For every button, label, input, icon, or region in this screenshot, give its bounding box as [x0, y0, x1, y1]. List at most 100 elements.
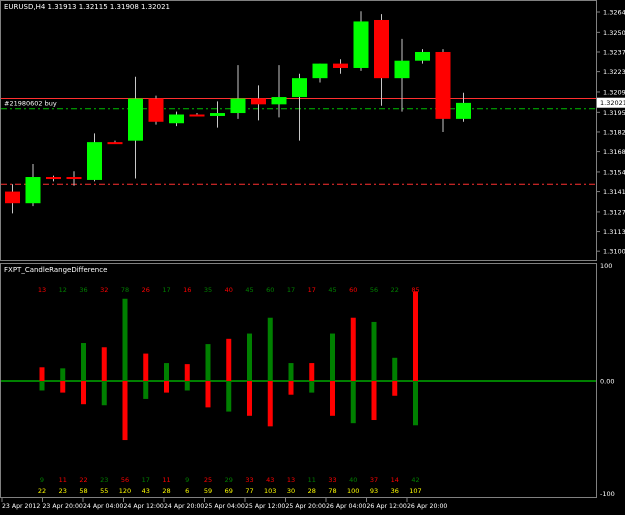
indicator-bar-up: [164, 363, 169, 381]
indicator-bar-down: [143, 381, 149, 399]
indicator-range-value: 77: [245, 487, 253, 495]
indicator-bar-down: [392, 381, 398, 396]
candle-body: [271, 97, 287, 105]
indicator-bar-up: [392, 357, 398, 381]
indicator-bar-up: [101, 347, 107, 381]
indicator-bottom-value: 33: [328, 476, 336, 484]
candle-body: [312, 63, 328, 79]
indicator-range-value: 78: [328, 487, 336, 495]
indicator-bottom-value: 9: [185, 476, 189, 484]
candle-body: [210, 113, 225, 116]
indicator-bar-up: [143, 353, 149, 381]
time-axis: 23 Apr 2012 23 Apr 20:00 24 Apr 04:00 24 Ap…: [1, 498, 447, 510]
price-tick-label: 1.31410: [603, 188, 625, 196]
indicator-bar-down: [60, 381, 66, 393]
indicator-bar-up: [81, 343, 86, 381]
indicator-bar-down: [309, 381, 315, 393]
indicator-bar-up: [309, 363, 315, 381]
indicator-top-value: 60: [349, 286, 357, 294]
candle-body: [87, 142, 102, 180]
indicator-range-value: 43: [142, 487, 150, 495]
order-label: #21980602 buy: [4, 100, 57, 108]
indicator-bottom-value: 17: [142, 476, 150, 484]
indicator-top-value: 56: [370, 286, 378, 294]
indicator-range-value: 103: [264, 487, 276, 495]
indicator-bottom-value: 11: [162, 476, 170, 484]
indicator-bottom-value: 14: [391, 476, 399, 484]
indicator-bar-down: [122, 381, 128, 441]
candle-body: [333, 63, 348, 68]
indicator-bar-down: [371, 381, 377, 421]
candle-body: [374, 19, 389, 79]
candle-body: [230, 98, 246, 114]
indicator-top-value: 36: [79, 286, 87, 294]
time-tick-label: 26 Apr 12:00: [367, 503, 407, 510]
indicator-bar-up: [371, 321, 377, 381]
indicator-bottom-value: 22: [79, 476, 87, 484]
indicator-range-value: 107: [409, 487, 421, 495]
indicator-bottom-value: 40: [349, 476, 357, 484]
indicator-bottom-value: 56: [121, 476, 129, 484]
indicator-range-value: 28: [162, 487, 170, 495]
indicator-scale-label: -100: [600, 490, 615, 498]
indicator-top-value: 22: [391, 286, 399, 294]
indicator-bar-down: [184, 381, 190, 391]
indicator-top-value: 85: [411, 286, 419, 294]
price-tick-label: 1.32645: [603, 8, 625, 16]
indicator-bottom-value: 13: [287, 476, 295, 484]
indicator-range-value: 69: [225, 487, 233, 495]
indicator-bar-down: [330, 381, 335, 416]
indicator-bottom-value: 29: [225, 476, 233, 484]
indicator-range-value: 100: [347, 487, 359, 495]
time-tick-label: 26 Apr 20:00: [407, 503, 447, 510]
indicator-bar-down: [288, 381, 294, 395]
price-tick-label: 1.31955: [603, 109, 625, 117]
candle-body: [435, 51, 451, 119]
candle-body: [25, 177, 41, 204]
indicator-bar-down: [226, 381, 232, 412]
indicator-title: FXPT_CandleRangeDifference: [4, 266, 107, 274]
indicator-bar-up: [247, 333, 252, 381]
candle-body: [394, 60, 410, 79]
indicator-top-value: 35: [204, 286, 212, 294]
price-tick-label: 1.31270: [603, 208, 625, 216]
indicator-bar-up: [226, 338, 232, 381]
current-price-label: 1.32021: [600, 99, 625, 107]
price-tick-label: 1.31685: [603, 148, 625, 156]
indicator-bar-up: [60, 368, 66, 381]
indicator-bar-up: [267, 317, 273, 381]
indicator-bar-down: [81, 381, 86, 405]
indicator-bar-up: [288, 363, 294, 381]
candle-body: [148, 98, 164, 122]
indicator-bar-down: [164, 381, 169, 393]
indicator-top-value: 45: [328, 286, 336, 294]
indicator-bottom-value: 23: [100, 476, 108, 484]
price-tick-label: 1.32235: [603, 68, 625, 76]
candle-body: [66, 177, 82, 180]
indicator-top-value: 17: [162, 286, 170, 294]
indicator-bar-down: [205, 381, 211, 408]
indicator-bottom-value: 25: [204, 476, 212, 484]
indicator-range-value: 22: [38, 487, 46, 495]
candle-body: [456, 102, 471, 119]
indicator-range-value: 36: [391, 487, 399, 495]
candle-body: [415, 51, 430, 61]
indicator-top-value: 17: [308, 286, 316, 294]
indicator-bar-down: [101, 381, 107, 406]
indicator-bar-up: [39, 367, 45, 381]
indicator-bottom-value: 11: [59, 476, 67, 484]
indicator-bottom-value: 37: [370, 476, 378, 484]
time-tick-label: 25 Apr 20:00: [286, 503, 326, 510]
time-tick-label: 26 Apr 04:00: [326, 503, 366, 510]
time-tick-label: 23 Apr 20:00: [43, 503, 83, 510]
indicator-bar-up: [122, 298, 128, 381]
indicator-bar-down: [39, 381, 45, 391]
candle-body: [107, 142, 123, 145]
indicator-bottom-value: 9: [40, 476, 44, 484]
main-chart-title: EURUSD,H4 1.31913 1.32115 1.31908 1.3202…: [4, 3, 170, 11]
time-tick-label: 24 Apr 04:00: [83, 503, 123, 510]
candle-body: [189, 114, 205, 117]
indicator-top-value: 45: [245, 286, 253, 294]
indicator-bar-up: [330, 333, 335, 381]
indicator-range-value: 59: [204, 487, 212, 495]
